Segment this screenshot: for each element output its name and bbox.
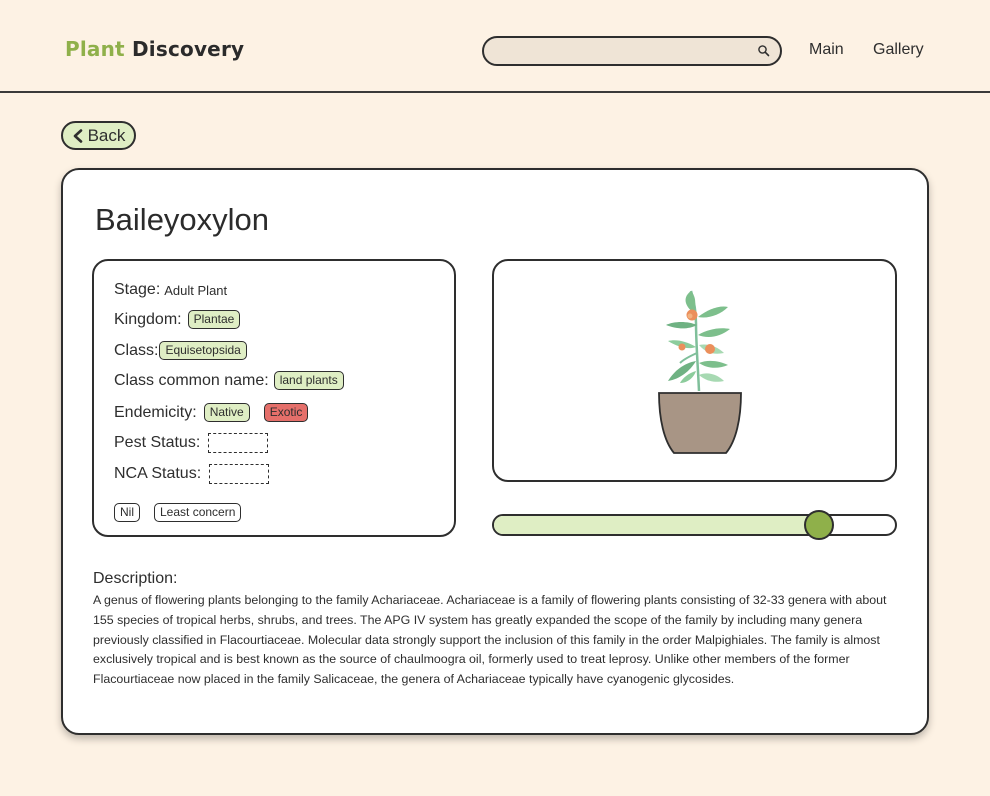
kingdom-tag[interactable]: Plantae: [187, 310, 241, 329]
stage-row: Stage: Adult Plant: [114, 281, 227, 299]
nca-status-row: NCA Status:: [114, 464, 270, 484]
endemicity-exotic-tag[interactable]: Exotic: [263, 403, 309, 422]
back-button[interactable]: Back: [61, 121, 136, 150]
kingdom-row: Kingdom: Plantae: [114, 310, 241, 329]
class-label: Class:: [114, 341, 159, 359]
logo-part2: Discovery: [131, 37, 245, 61]
plant-illustration: [658, 290, 742, 454]
info-panel: Stage: Adult Plant Kingdom: Plantae Clas…: [92, 259, 456, 537]
nav-main[interactable]: Main: [809, 41, 844, 59]
class-tag[interactable]: Equisetopsida: [159, 341, 247, 360]
nil-tag[interactable]: Nil: [114, 503, 140, 522]
header: Plant Discovery Main Gallery: [0, 0, 990, 93]
class-row: Class: Equisetopsida: [114, 341, 247, 360]
endemicity-label: Endemicity:: [114, 403, 197, 421]
chevron-left-icon: [73, 128, 82, 143]
nca-status-label: NCA Status:: [114, 465, 202, 482]
plant-title: Baileyoxylon: [95, 202, 270, 237]
endemicity-native-tag[interactable]: Native: [203, 403, 250, 422]
description-text: A genus of flowering plants belonging to…: [93, 593, 887, 687]
least-concern-tag[interactable]: Least concern: [154, 503, 242, 522]
plant-image-frame: [492, 259, 897, 482]
logo[interactable]: Plant Discovery: [65, 37, 244, 61]
class-common-label: Class common name:: [114, 371, 269, 389]
stage-value: Adult Plant: [164, 282, 228, 298]
nca-status-placeholder: [209, 464, 270, 484]
status-legend: Nil Least concern: [114, 503, 242, 522]
pest-status-label: Pest Status:: [114, 434, 201, 451]
description-label: Description:: [93, 570, 178, 587]
back-label: Back: [87, 125, 126, 145]
class-common-tag[interactable]: land plants: [273, 371, 344, 390]
pest-status-placeholder: [208, 433, 269, 453]
plant-card: Baileyoxylon Stage: Adult Plant Kingdom:…: [61, 168, 929, 735]
class-common-row: Class common name: land plants: [114, 371, 344, 390]
nav-gallery[interactable]: Gallery: [873, 41, 924, 59]
stage-slider-handle[interactable]: [804, 510, 835, 540]
stage-slider-track[interactable]: [492, 514, 897, 536]
stage-label: Stage:: [114, 281, 161, 298]
search-input[interactable]: [482, 36, 782, 66]
pest-status-row: Pest Status:: [114, 433, 269, 453]
logo-part1: Plant: [65, 37, 125, 61]
search-icon[interactable]: [757, 44, 771, 58]
endemicity-row: Endemicity: Native Exotic: [114, 403, 309, 422]
stage-slider-fill: [494, 516, 819, 534]
kingdom-label: Kingdom:: [114, 310, 182, 328]
